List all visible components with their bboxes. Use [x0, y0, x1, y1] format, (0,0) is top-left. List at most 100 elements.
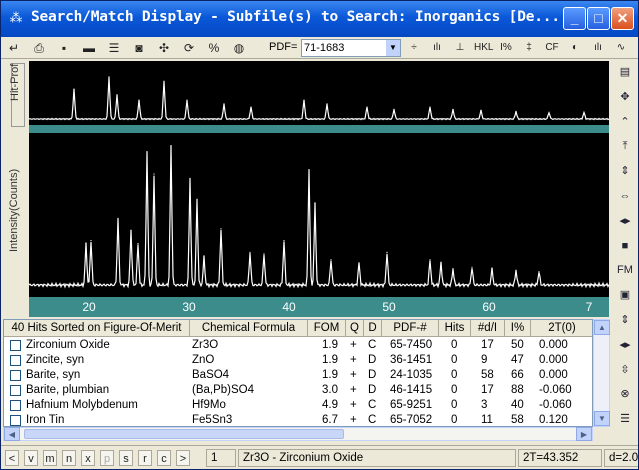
nav-key[interactable]: s [119, 450, 133, 466]
peak-point [440, 262, 442, 264]
row-checkbox[interactable] [10, 415, 21, 426]
scroll-down-icon[interactable]: ▼ [594, 411, 610, 426]
nav-key[interactable]: v [24, 450, 38, 466]
table-row[interactable]: Barite, plumbian (Ba,Pb)SO4 3.0 + D 46-1415 0 1… [4, 383, 592, 398]
print-icon[interactable]: ⎙ [30, 39, 48, 57]
nav-key[interactable]: n [62, 450, 76, 466]
select-icon[interactable]: ▣ [615, 286, 635, 304]
row-phase-name: Barite, plumbian [26, 384, 110, 396]
nav-key[interactable]: < [5, 450, 19, 466]
stop-icon[interactable]: ■ [615, 237, 635, 255]
plot-divider [29, 125, 609, 133]
nav-key[interactable]: m [43, 450, 57, 466]
peak-point [138, 99, 140, 101]
col-fom[interactable]: FOM [308, 320, 346, 337]
hkl-icon[interactable]: HKL [474, 39, 493, 57]
close-button[interactable]: ✕ [611, 7, 634, 30]
move-arrows-icon[interactable]: ✥ [615, 88, 635, 106]
cf-icon[interactable]: CF [543, 39, 561, 57]
table-row[interactable]: Zirconium Oxide Zr3O 1.9 + C 65-7450 0 17 50 0.00… [4, 338, 592, 353]
expand-icon[interactable]: ◂▸ [615, 212, 635, 230]
nav-key[interactable]: r [138, 450, 152, 466]
col-hits[interactable]: Hits [439, 320, 471, 337]
delete-icon[interactable]: ⊗ [615, 385, 635, 403]
vert-icon[interactable]: ⇳ [615, 361, 635, 379]
updown-icon[interactable]: ⇕ [615, 162, 635, 180]
row-checkbox[interactable] [10, 340, 21, 351]
enter-icon[interactable]: ↵ [5, 39, 23, 57]
row-fom: 1.9 [322, 369, 338, 381]
scroll-right-icon[interactable]: ▶ [576, 427, 592, 441]
row-hits: 0 [451, 384, 458, 396]
row-ipct: 58 [511, 414, 524, 426]
row-checkbox[interactable] [10, 355, 21, 366]
printer-icon[interactable]: ▬ [80, 39, 98, 57]
nav-key[interactable]: p [100, 450, 114, 466]
pdf-combobox[interactable]: 71-1683 ▼ [301, 39, 401, 57]
scroll-left-icon[interactable]: ◀ [4, 427, 20, 441]
peak-point [90, 240, 92, 242]
spin-icon[interactable]: ÷ [405, 39, 423, 57]
bars2-icon[interactable]: ılı [589, 39, 607, 57]
col-title[interactable]: 40 Hits Sorted on Figure-Of-Merit [4, 320, 190, 337]
row-checkbox[interactable] [10, 400, 21, 411]
expand2-icon[interactable]: ◂▸ [615, 336, 635, 354]
hit-profile-plot[interactable] [29, 61, 609, 125]
row-pdf: 65-7450 [390, 339, 433, 351]
bars-icon[interactable]: ılı [428, 39, 446, 57]
double-up-icon[interactable]: ⌃ [615, 113, 635, 131]
percent-icon[interactable]: I% [497, 39, 515, 57]
list-icon[interactable]: ☰ [105, 39, 123, 57]
col-d[interactable]: D [364, 320, 382, 337]
chart-icon[interactable]: ▤ [615, 63, 635, 81]
list2-icon[interactable]: ☰ [615, 410, 635, 428]
col-q[interactable]: Q [346, 320, 364, 337]
col-twot[interactable]: 2T(0) [531, 320, 592, 337]
peak-point [196, 198, 198, 200]
scroll-thumb[interactable] [24, 429, 344, 439]
refresh-icon[interactable]: ⟳ [180, 39, 198, 57]
peak-point [429, 259, 431, 261]
table-row[interactable]: Zincite, syn ZnO 1.9 + D 36-1451 0 9 47 0.000 [4, 353, 592, 368]
sticks-icon[interactable]: ‡ [520, 39, 538, 57]
col-formula[interactable]: Chemical Formula [190, 320, 308, 337]
table-horizontal-scrollbar[interactable]: ◀ ▶ [3, 427, 593, 441]
move-icon[interactable]: ✣ [155, 39, 173, 57]
x-tick-label: 50 [382, 300, 396, 314]
table-vertical-scrollbar[interactable]: ▲ ▼ [593, 319, 610, 427]
col-pdf[interactable]: PDF-# [382, 320, 439, 337]
peak-point [250, 106, 252, 108]
leftright-icon[interactable]: ⇔ [615, 187, 635, 205]
camera-icon[interactable]: ◙ [130, 39, 148, 57]
save-icon[interactable]: ▪ [55, 39, 73, 57]
top-icon[interactable]: ⤒ [615, 137, 635, 155]
intensity-plot[interactable] [29, 133, 609, 297]
table-row[interactable]: Barite, syn BaSO4 1.9 + D 24-1035 0 58 66 0.000 [4, 368, 592, 383]
row-checkbox[interactable] [10, 385, 21, 396]
scale-icon[interactable]: % [205, 39, 223, 57]
col-ipct[interactable]: I% [505, 320, 531, 337]
maximize-button[interactable]: □ [587, 7, 610, 30]
table-row[interactable]: Iron Tin Fe5Sn3 6.7 + C 65-7052 0 11 58 0.120 [4, 413, 592, 426]
chevron-down-icon[interactable]: ▼ [386, 40, 400, 56]
table-row[interactable]: Hafnium Molybdenum Hf9Mo 4.9 + C 65-9251 0 3 40 -… [4, 398, 592, 413]
x-tick-label: 30 [182, 300, 196, 314]
minimize-button[interactable]: _ [563, 7, 586, 30]
fm-icon[interactable]: FM [615, 261, 635, 279]
peak-point [515, 110, 517, 112]
peak-point [146, 151, 148, 153]
col-dl[interactable]: #d/I [471, 320, 505, 337]
peak-icon[interactable]: ⊥ [451, 39, 469, 57]
scroll-up-icon[interactable]: ▲ [594, 320, 610, 335]
updown2-icon[interactable]: ⇕ [615, 311, 635, 329]
title-bar[interactable]: ⁂ Search/Match Display - Subfile(s) to S… [1, 1, 638, 37]
nav-key[interactable]: x [81, 450, 95, 466]
nav-key[interactable]: c [157, 450, 171, 466]
row-checkbox[interactable] [10, 370, 21, 381]
row-hits: 0 [451, 354, 458, 366]
globe-icon[interactable]: ◍ [230, 39, 248, 57]
contrast-icon[interactable]: ◐ [566, 39, 584, 57]
wave-icon[interactable]: ∿ [612, 39, 630, 57]
hits-table[interactable]: 40 Hits Sorted on Figure-Of-Merit Chemic… [3, 319, 593, 427]
nav-key[interactable]: > [176, 450, 190, 466]
